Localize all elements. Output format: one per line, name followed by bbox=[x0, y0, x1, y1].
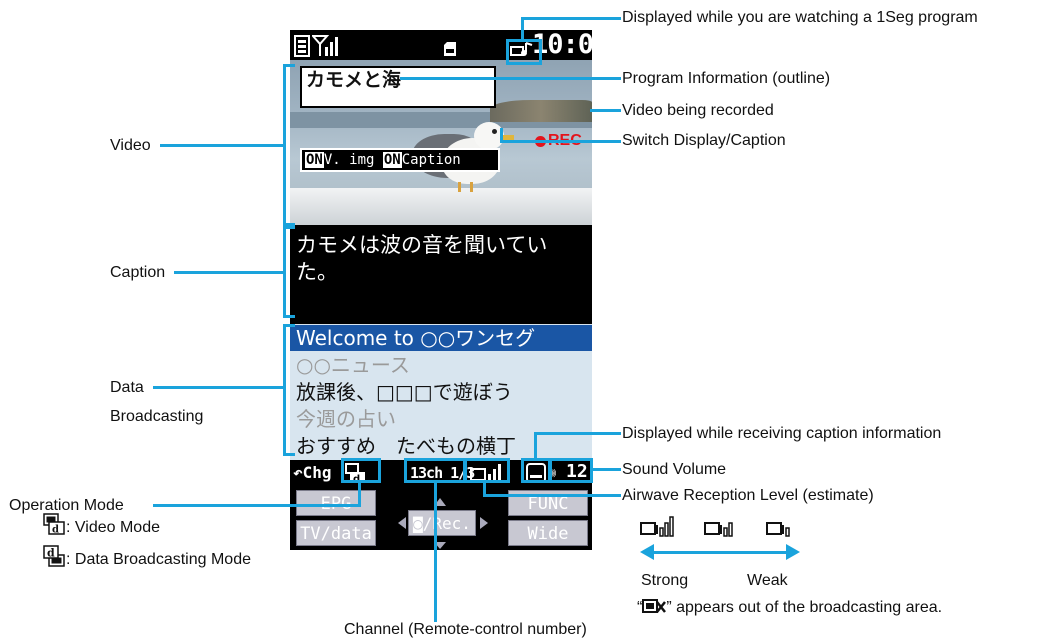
vimg-label: V. img bbox=[323, 152, 375, 168]
label-sound-volume: Sound Volume bbox=[622, 461, 727, 478]
rec-button[interactable]: ◙/Rec. bbox=[408, 510, 476, 536]
label-switch-display: Switch Display/Caption bbox=[622, 132, 786, 149]
chg-text: Chg bbox=[302, 463, 332, 482]
wide-button[interactable]: Wide bbox=[508, 520, 588, 546]
tv-data-button[interactable]: TV/data bbox=[296, 520, 376, 546]
camera-icon: ◙ bbox=[413, 514, 423, 533]
data-line-after-school[interactable]: 放課後、□□□で遊ぼう bbox=[296, 379, 513, 405]
railing bbox=[290, 188, 592, 225]
caption-line-1: カモメは波の音を聞いてい bbox=[296, 233, 548, 257]
label-video-mode: : Video Mode bbox=[66, 519, 160, 536]
label-recording: Video being recorded bbox=[622, 102, 774, 119]
nav-left-icon[interactable] bbox=[398, 517, 406, 529]
strength-arrow bbox=[650, 551, 790, 554]
volume-highlight bbox=[549, 458, 593, 483]
reception-weak-icon bbox=[766, 522, 790, 537]
caption-on-badge: ON bbox=[382, 152, 402, 168]
caption-toggle-label: Caption bbox=[401, 152, 461, 168]
label-data-2: Broadcasting bbox=[110, 408, 204, 425]
reception-medium-icon bbox=[704, 522, 733, 537]
coast-rocks bbox=[490, 100, 592, 122]
label-caption: Caption bbox=[110, 264, 166, 281]
data-line-food[interactable]: おすすめ たべもの横丁 bbox=[296, 433, 516, 459]
svg-text:d: d bbox=[52, 525, 59, 536]
reception-strong-icon bbox=[640, 516, 674, 537]
data-broadcasting-area: Welcome to ○○ワンセグ ○○ニュース 放課後、□□□で遊ぼう 今週の… bbox=[290, 324, 592, 460]
out-of-area-text: ” appears out of the broadcasting area. bbox=[666, 599, 943, 616]
rec-button-label: /Rec. bbox=[422, 514, 471, 533]
signal-icon bbox=[312, 35, 338, 56]
arrow-left-icon bbox=[640, 544, 654, 560]
arrow-right-icon bbox=[786, 544, 800, 560]
oneseg-icon-highlight bbox=[506, 39, 542, 65]
svg-text:d: d bbox=[47, 547, 55, 560]
label-data-mode: : Data Broadcasting Mode bbox=[66, 551, 251, 568]
label-strong: Strong bbox=[641, 572, 689, 589]
battery-icon bbox=[294, 35, 310, 57]
program-title: カモメと海 bbox=[306, 69, 402, 91]
epg-button[interactable]: EPG bbox=[296, 490, 376, 516]
caption-area: カモメは波の音を聞いてい た。 bbox=[290, 225, 592, 325]
data-line-fortune[interactable]: 今週の占い bbox=[296, 406, 396, 432]
data-bracket bbox=[283, 324, 295, 456]
label-program-info: Program Information (outline) bbox=[622, 70, 831, 87]
vimg-on-badge: ON bbox=[305, 152, 324, 168]
label-operation-mode: Operation Mode bbox=[9, 497, 124, 514]
nav-right-icon[interactable] bbox=[480, 517, 488, 529]
chg-label[interactable]: ↶Chg bbox=[293, 462, 332, 484]
label-out-of-area: “ ” appears out of the broadcasting area… bbox=[637, 598, 942, 617]
data-mode-icon: d bbox=[43, 545, 65, 567]
chg-arrow-icon: ↶ bbox=[293, 463, 303, 482]
sd-card-icon bbox=[444, 42, 456, 56]
out-of-area-icon bbox=[642, 599, 667, 613]
label-data-1: Data bbox=[110, 379, 144, 396]
data-line-news[interactable]: ○○ニュース bbox=[296, 352, 410, 378]
status-bar: 10:00 bbox=[290, 30, 592, 60]
caption-line-2: た。 bbox=[296, 260, 338, 284]
data-line-welcome[interactable]: Welcome to ○○ワンセグ bbox=[290, 325, 592, 351]
program-info-box: カモメと海 bbox=[300, 66, 496, 108]
label-video: Video bbox=[110, 137, 151, 154]
operation-mode-highlight bbox=[341, 458, 381, 483]
label-caption-receiving: Displayed while receiving caption inform… bbox=[622, 425, 942, 442]
video-mode-icon: d bbox=[43, 513, 65, 535]
label-oneseg: Displayed while you are watching a 1Seg … bbox=[622, 9, 978, 26]
label-reception: Airwave Reception Level (estimate) bbox=[622, 487, 874, 504]
label-channel: Channel (Remote-control number) bbox=[344, 621, 587, 638]
channel-highlight bbox=[404, 458, 466, 483]
caption-info-highlight bbox=[521, 458, 551, 483]
label-weak: Weak bbox=[747, 572, 788, 589]
reception-highlight bbox=[464, 458, 510, 483]
switch-display-caption[interactable]: ONV. img ONCaption bbox=[300, 148, 500, 172]
